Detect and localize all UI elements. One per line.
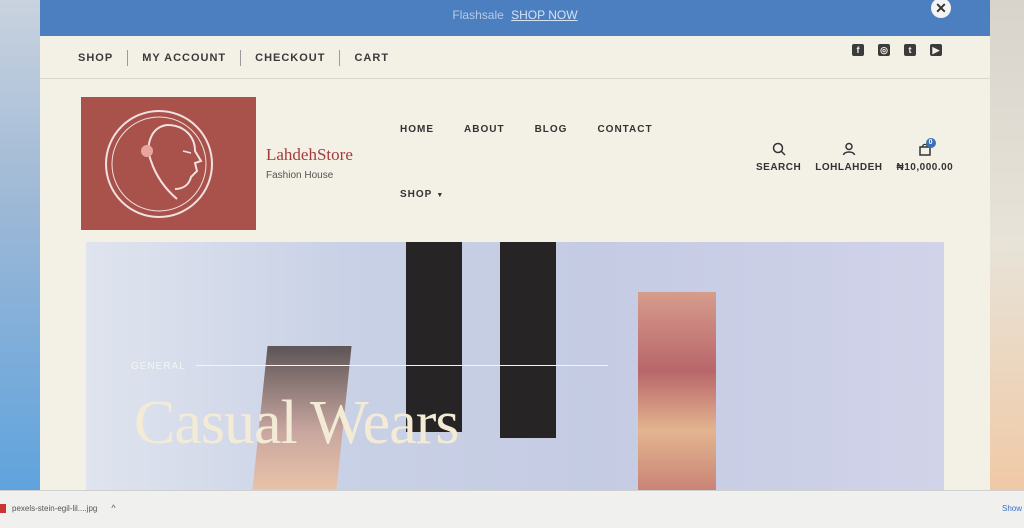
hero-category[interactable]: GENERAL <box>131 361 186 372</box>
divider <box>240 50 242 66</box>
close-icon[interactable]: ✕ <box>931 0 951 18</box>
user-icon <box>842 142 856 156</box>
divider <box>127 50 129 66</box>
main-nav: HOME ABOUT BLOG CONTACT SHOP ▼ <box>400 124 653 200</box>
nav-blog[interactable]: BLOG <box>535 124 568 135</box>
topnav-shop[interactable]: SHOP <box>78 52 113 64</box>
top-nav: SHOP MY ACCOUNT CHECKOUT CART <box>78 50 389 66</box>
nav-home[interactable]: HOME <box>400 124 434 135</box>
nav-about[interactable]: ABOUT <box>464 124 505 135</box>
file-icon <box>0 503 6 513</box>
hero-title[interactable]: Casual Wears <box>134 388 459 459</box>
instagram-icon[interactable]: ◎ <box>878 44 890 56</box>
nav-shop[interactable]: SHOP <box>400 189 432 200</box>
hero-banner[interactable]: GENERAL Casual Wears <box>86 242 944 490</box>
youtube-icon[interactable]: ▶ <box>930 44 942 56</box>
flash-sale-bar: Flashsale SHOP NOW ✕ <box>40 0 990 36</box>
cart-total: ₦10,000.00 <box>896 162 954 173</box>
chevron-up-icon[interactable]: ^ <box>111 503 115 513</box>
divider <box>339 50 341 66</box>
twitter-icon[interactable]: t <box>904 44 916 56</box>
header-tools: SEARCH LOHLAHDEH 0 ₦10,000.00 <box>756 138 954 173</box>
nav-contact[interactable]: CONTACT <box>597 124 652 135</box>
shop-now-link[interactable]: SHOP NOW <box>511 8 577 22</box>
chevron-down-icon[interactable]: ▼ <box>436 192 444 199</box>
site-header: LahdehStore Fashion House HOME ABOUT BLO… <box>40 78 990 242</box>
show-all-button[interactable]: Show <box>1002 504 1022 513</box>
background-left <box>0 0 45 490</box>
topnav-my-account[interactable]: MY ACCOUNT <box>142 52 226 64</box>
cart-count-badge: 0 <box>925 138 936 148</box>
facebook-icon[interactable]: f <box>852 44 864 56</box>
topnav-checkout[interactable]: CHECKOUT <box>255 52 325 64</box>
search-icon <box>772 142 786 156</box>
download-item[interactable]: pexels-stein-egil-lil....jpg ^ <box>0 503 116 513</box>
cart-button[interactable]: 0 ₦10,000.00 <box>896 138 954 173</box>
account-button[interactable]: LOHLAHDEH <box>815 142 882 173</box>
top-bar: SHOP MY ACCOUNT CHECKOUT CART f ◎ t ▶ <box>40 36 990 79</box>
flash-sale-text: Flashsale <box>452 8 504 22</box>
account-label: LOHLAHDEH <box>815 162 883 173</box>
topnav-cart[interactable]: CART <box>354 52 389 64</box>
background-right <box>986 0 1024 490</box>
search-button[interactable]: SEARCH <box>756 142 801 173</box>
hero-image-stripe <box>500 242 556 438</box>
website-page: Flashsale SHOP NOW ✕ SHOP MY ACCOUNT CHE… <box>40 0 990 490</box>
download-filename: pexels-stein-egil-lil....jpg <box>12 503 98 513</box>
download-bar: pexels-stein-egil-lil....jpg ^ Show <box>0 490 1024 528</box>
hero-divider <box>196 365 608 366</box>
hero-image-garment <box>638 292 716 490</box>
social-links: f ◎ t ▶ <box>852 44 942 56</box>
brand-tagline: Fashion House <box>266 170 334 181</box>
brand-logo[interactable] <box>81 97 256 230</box>
face-logo-icon <box>105 110 213 218</box>
search-label: SEARCH <box>756 162 802 173</box>
brand-name[interactable]: LahdehStore <box>266 145 353 165</box>
